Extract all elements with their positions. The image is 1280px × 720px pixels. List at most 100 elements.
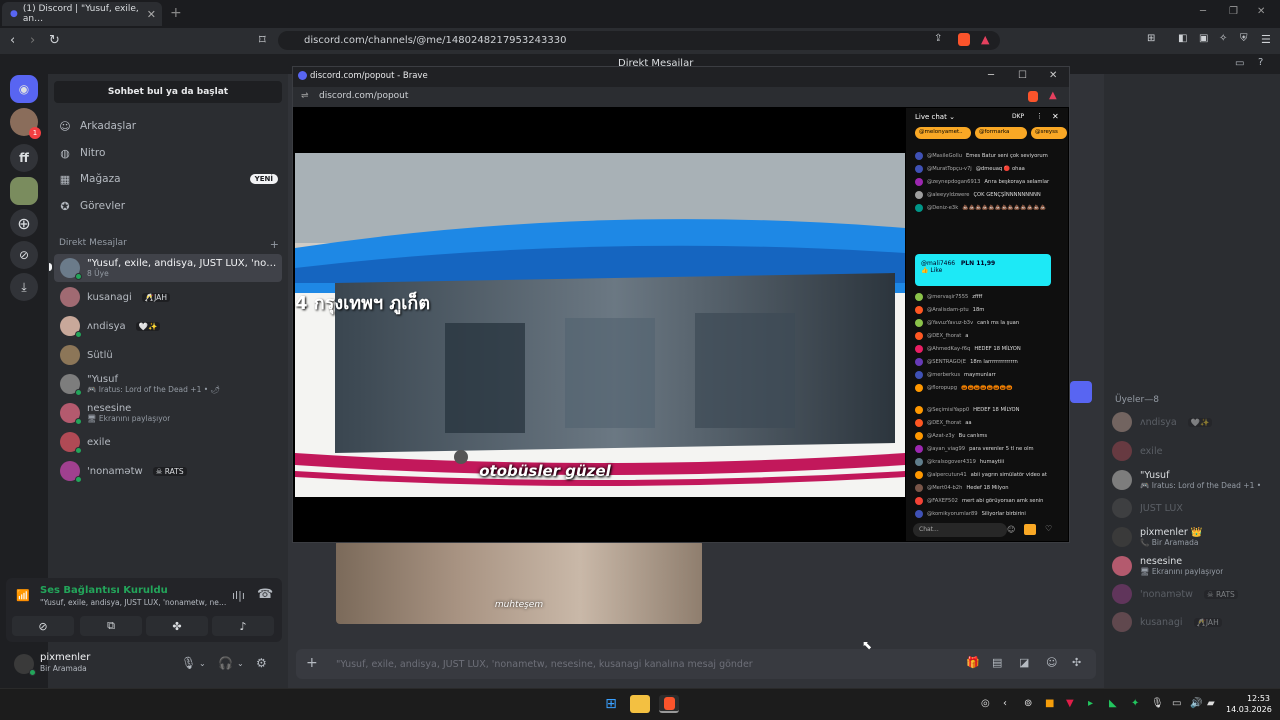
forward-icon[interactable]: › [30,33,35,48]
server-avatar[interactable] [10,177,38,205]
member-item[interactable]: "Yusuf 🎮 Iratus: Lord of the Dead +1 • [1112,466,1272,494]
microphone-icon[interactable]: 🎙 [181,656,196,670]
more-options-icon[interactable]: ⋮ [1036,112,1043,120]
new-tab-icon[interactable]: + [170,5,182,21]
reload-icon[interactable]: ↻ [49,33,60,48]
dm-item-sutlu[interactable]: Sütlü [54,341,282,369]
audio-options-icon[interactable]: ⌄ [237,659,244,668]
disconnect-icon[interactable]: ☎ [257,587,273,602]
menu-icon[interactable]: ☰ [1261,33,1271,46]
signal-icon[interactable]: 📶 [16,589,30,602]
popout-maximize-icon[interactable]: ☐ [1018,70,1027,81]
live-chat-input[interactable]: Chat... [913,523,1007,537]
brave-shields-icon[interactable] [1028,91,1038,102]
steam-icon[interactable]: ⊚ [1024,698,1032,709]
help-icon[interactable]: ? [1258,57,1263,68]
pinned-pill[interactable]: @sreyss [1031,127,1067,139]
member-item[interactable]: pixmenler 👑 📞 Bir Aramada [1112,523,1272,551]
nav-quests[interactable]: ✪ Görevler [58,194,278,218]
find-conversation-button[interactable]: Sohbet bul ya da başlat [54,81,282,103]
voice-channel[interactable]: "Yusuf, exile, andisya, JUST LUX, 'nonam… [40,598,230,607]
wallet-icon[interactable]: ▣ [1199,33,1208,44]
member-item[interactable]: kusanagi 🥂JAH [1112,608,1272,636]
file-explorer-icon[interactable] [630,695,650,713]
server-ff[interactable]: ff [10,144,38,172]
back-icon[interactable]: ‹ [10,33,15,48]
mic-options-icon[interactable]: ⌄ [199,659,206,668]
sidebar-toggle-icon[interactable]: ◧ [1178,33,1187,44]
super-chat-like[interactable]: 👍 Like [921,267,942,274]
noise-suppression-icon[interactable]: ıl|ı [232,589,245,602]
network-icon[interactable]: ▭ [1172,698,1181,709]
tray-icon-1[interactable]: ◎ [981,698,990,709]
sticker-icon[interactable]: ◪ [1019,656,1029,669]
dm-item-group[interactable]: "Yusuf, exile, andisya, JUST LUX, 'nona.… [54,254,282,282]
battery-icon[interactable]: ▰ [1207,698,1215,709]
dm-item-nesesine[interactable]: nesesine 🖥 Ekranını paylaşıyor [54,399,282,427]
pinned-pill[interactable]: @formarka [975,127,1027,139]
url-field[interactable]: discord.com/channels/@me/148024821795324… [278,31,1000,50]
member-item[interactable]: JUST LUX [1112,494,1272,522]
discord-home-icon[interactable]: ◉ [10,75,38,103]
soundboard-button[interactable]: ♪ [212,616,274,636]
tray-icon-5[interactable]: ▼ [1066,698,1074,709]
emoji-icon[interactable]: ☺ [1007,525,1015,534]
popout-minimize-icon[interactable]: ─ [988,70,994,81]
dm-item-yusuf[interactable]: "Yusuf 🎮 Iratus: Lord of the Dead +1 • 🌶 [54,370,282,398]
dm-item-kusanagi[interactable]: kusanagi 🥂JAH [54,283,282,311]
dm-item-exile[interactable]: exile [54,428,282,456]
voice-status[interactable]: Ses Bağlantısı Kuruldu [40,585,168,596]
tab-search-icon[interactable]: ⊞ [1147,33,1155,44]
nav-friends[interactable]: ☺ Arkadaşlar [58,114,278,138]
taskbar-clock[interactable]: 12:53 14.03.2026 [1226,693,1272,715]
group-dm-avatar[interactable]: 1 [10,108,41,139]
dm-item-andisya[interactable]: ᴧndisya 🤍✨ [54,312,282,340]
member-item[interactable]: exile [1112,437,1272,465]
inbox-icon[interactable]: ▭ [1235,58,1244,69]
start-menu-icon[interactable]: ⊞ [601,695,621,713]
brave-taskbar-icon[interactable] [659,695,679,713]
close-chat-icon[interactable]: ✕ [1052,112,1059,121]
mic-tray-icon[interactable]: 🎙 [1151,698,1164,709]
browser-tab-discord[interactable]: ● (1) Discord | "Yusuf, exile, an… ✕ [2,2,162,26]
upload-plus-icon[interactable]: + [306,655,318,671]
volume-icon[interactable]: 🔊 [1190,698,1202,709]
nav-nitro[interactable]: ◍ Nitro [58,141,278,165]
leo-ai-icon[interactable]: ✧ [1219,33,1227,44]
vpn-icon[interactable]: ⛨ [1240,33,1248,44]
blue-action-button[interactable] [1070,381,1092,403]
bookmark-icon[interactable]: ⌑ [259,33,266,48]
discover-icon[interactable]: ⊘ [10,241,38,269]
brave-shields-icon[interactable] [958,33,970,46]
create-dm-icon[interactable]: + [270,238,279,251]
popout-url[interactable]: discord.com/popout [293,87,1069,107]
download-icon[interactable]: ⤓ [10,273,38,301]
camera-off-button[interactable]: ⊘ [12,616,74,636]
nvidia-icon[interactable]: ▸ [1088,698,1093,709]
nav-shop[interactable]: ▦ Mağaza YENİ [58,167,278,191]
maximize-window-icon[interactable]: ❐ [1229,6,1238,17]
site-info-icon[interactable]: ⇌ [301,91,309,101]
settings-gear-icon[interactable]: ⚙ [256,656,267,670]
gif-icon[interactable]: ▤ [992,656,1002,669]
gift-icon[interactable]: 🎁 [966,656,980,669]
minimize-window-icon[interactable]: ─ [1200,6,1206,17]
activities-button[interactable]: ✤ [146,616,208,636]
heart-icon[interactable]: ♡ [1045,524,1052,533]
tray-icon-4[interactable]: ■ [1045,698,1054,709]
member-item[interactable]: ᴧndisya 🤍✨ [1112,408,1272,436]
pinned-pill[interactable]: @melonyamet.. [915,127,971,139]
apps-icon[interactable]: ✣ [1072,656,1081,669]
member-item[interactable]: nesesine 🖥 Ekranını paylaşıyor [1112,552,1272,580]
tray-icon-2[interactable]: ‹ [1003,698,1007,709]
add-server-icon[interactable]: ⊕ [10,209,38,237]
member-item[interactable]: 'nonamǝtw ☠ RATS [1112,580,1272,608]
super-chat-icon[interactable] [1024,524,1036,535]
close-window-icon[interactable]: ✕ [1257,6,1265,17]
popout-close-icon[interactable]: ✕ [1049,70,1057,81]
emoji-icon[interactable]: ☺ [1046,656,1057,669]
user-avatar[interactable] [14,654,36,676]
tray-icon-8[interactable]: ✦ [1131,698,1139,709]
headphones-icon[interactable]: 🎧 [218,656,233,670]
close-tab-icon[interactable]: ✕ [147,8,156,21]
